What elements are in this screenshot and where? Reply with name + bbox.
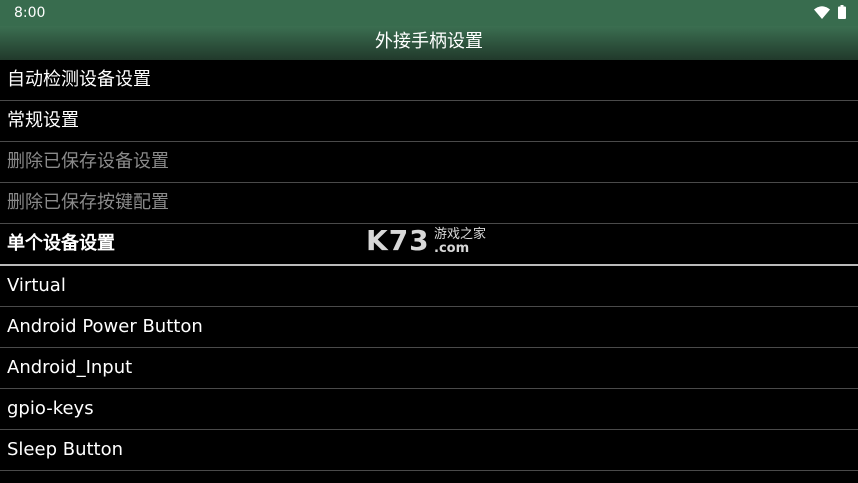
- menu-item-label: 常规设置: [7, 110, 79, 131]
- watermark-site-name: 游戏之家: [434, 227, 487, 242]
- menu-item-delete-device-settings: 删除已保存设备设置: [0, 142, 858, 183]
- device-item-label: gpio-keys: [7, 398, 94, 419]
- device-item-label: Virtual: [7, 275, 66, 296]
- settings-list: 自动检测设备设置 常规设置 删除已保存设备设置 删除已保存按键配置 单个设备设置…: [0, 60, 858, 471]
- menu-item-label: 删除已保存按键配置: [7, 192, 169, 213]
- watermark-domain: .com: [434, 241, 470, 256]
- menu-item-label: 自动检测设备设置: [7, 69, 151, 90]
- device-item-label: Sleep Button: [7, 439, 124, 460]
- section-header-label: 单个设备设置: [7, 233, 115, 254]
- menu-item-label: 删除已保存设备设置: [7, 151, 169, 172]
- device-item-label: Android Power Button: [7, 316, 203, 337]
- device-item-android-input[interactable]: Android_Input: [0, 348, 858, 389]
- menu-item-auto-detect[interactable]: 自动检测设备设置: [0, 60, 858, 101]
- device-item-sleep-button[interactable]: Sleep Button: [0, 430, 858, 471]
- watermark-k73: K73: [366, 224, 430, 257]
- battery-icon: [838, 4, 846, 23]
- wifi-icon: [814, 4, 830, 23]
- page-title: 外接手柄设置: [375, 31, 483, 52]
- watermark-logo: K73 游戏之家 .com: [366, 226, 496, 260]
- status-time: 8:00: [14, 5, 46, 21]
- app-screen: 8:00 外接手柄设置 自动检测设备设置 常规设置 删除已保存设备设置 删除已保…: [0, 0, 858, 483]
- device-item-android-power-button[interactable]: Android Power Button: [0, 307, 858, 348]
- device-item-gpio-keys[interactable]: gpio-keys: [0, 389, 858, 430]
- menu-item-delete-key-config: 删除已保存按键配置: [0, 183, 858, 224]
- device-item-virtual[interactable]: Virtual: [0, 266, 858, 307]
- status-icons: [814, 4, 846, 23]
- status-bar: 8:00: [0, 0, 858, 26]
- device-item-label: Android_Input: [7, 357, 133, 378]
- title-bar: 外接手柄设置: [0, 26, 858, 60]
- menu-item-general-settings[interactable]: 常规设置: [0, 101, 858, 142]
